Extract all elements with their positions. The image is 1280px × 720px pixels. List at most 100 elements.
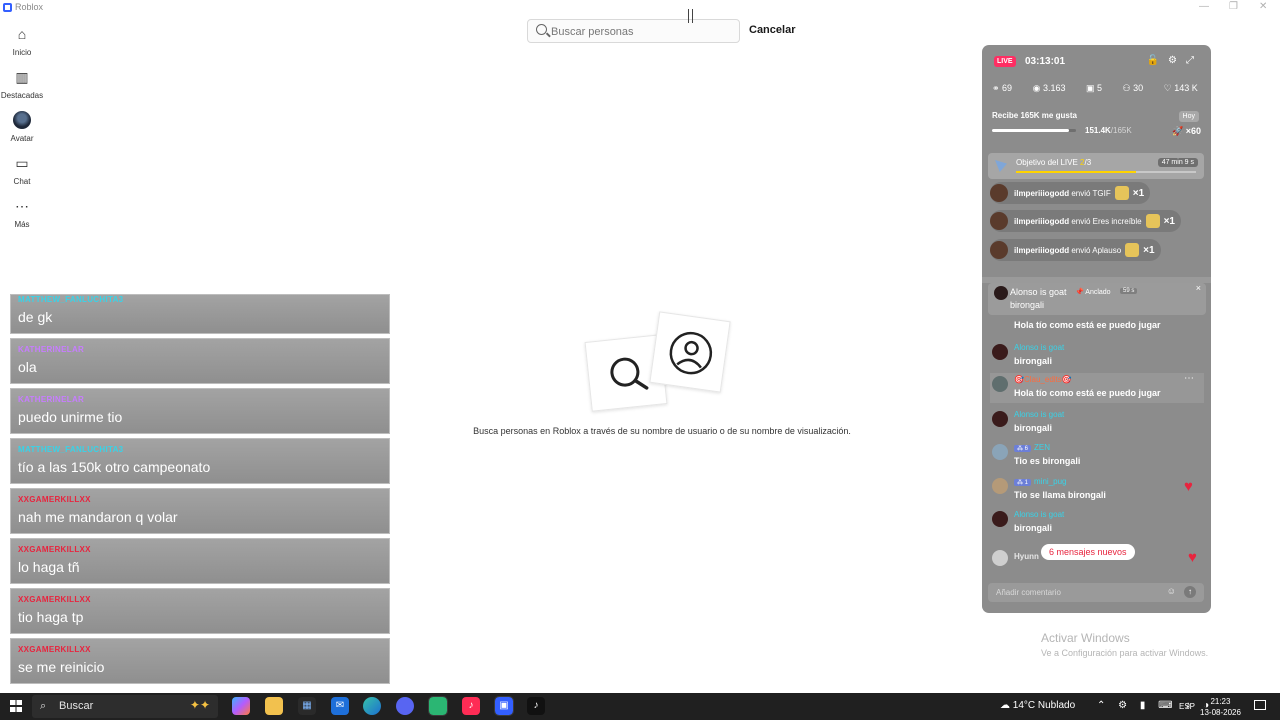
comment-item[interactable]: ⁂ 6 ZEN Tio es birongali <box>990 441 1204 471</box>
roblox-logo-icon <box>3 3 12 12</box>
overlay-chat-text: de gk <box>18 309 53 325</box>
close-button[interactable]: ✕ <box>1259 1 1267 12</box>
user-avatar <box>992 511 1008 527</box>
title-bar: Roblox — ❐ ✕ <box>0 0 1280 16</box>
nav-item-charts[interactable]: ▥ Destacadas <box>0 68 44 111</box>
new-messages-button[interactable]: 6 mensajes nuevos <box>1041 544 1135 560</box>
edge-icon[interactable] <box>363 697 381 715</box>
comment-item[interactable]: 🎯Clau_edits🎯 Hola tío como está ee puedo… <box>990 373 1204 403</box>
more-icon: ⋯ <box>15 198 29 214</box>
weather-widget[interactable]: ☁ 14°C Nublado <box>1000 700 1075 711</box>
comment-username: Alonso is goat <box>1014 510 1065 519</box>
search-input[interactable] <box>551 23 731 40</box>
pinned-age: 59 s <box>1120 288 1138 294</box>
user-avatar <box>992 376 1008 392</box>
gifts-stat: ▣ 5 <box>1085 83 1103 93</box>
search-icon <box>536 24 547 35</box>
nav-item-chat[interactable]: ▭ Chat <box>0 154 44 197</box>
comment-text: birongali <box>1014 423 1052 433</box>
window-title: Roblox <box>15 2 44 12</box>
watermark-subtitle: Ve a Configuración para activar Windows. <box>1041 648 1209 658</box>
cancel-button[interactable]: Cancelar <box>749 24 795 36</box>
viewers-stat: ◉ 3.163 <box>1032 83 1066 93</box>
comment-username: Alonso is goat <box>1014 343 1065 352</box>
live-objective[interactable]: Objetivo del LIVE 2/3 47 min 9 s <box>988 153 1204 179</box>
overlay-chat-username: XXGAMERKILLXX <box>18 495 91 504</box>
send-icon[interactable]: ↑ <box>1184 586 1196 598</box>
overlay-chat-message: MATTHEW_FANLUCHITA3 tío a las 150k otro … <box>10 438 390 484</box>
user-avatar <box>992 411 1008 427</box>
objective-time: 47 min 9 s <box>1157 158 1198 167</box>
nav-label: Avatar <box>10 134 34 143</box>
gift-notification: ilmperiiiogodd envió Eres increíble ×1 <box>990 210 1181 232</box>
pinned-comment[interactable]: Alonso is goat 📌 Anclado 59 s birongali … <box>988 283 1206 315</box>
search-icon: ⌕ <box>40 700 47 712</box>
comment-text: Hola tío como está ee puedo jugar <box>1014 388 1161 398</box>
comment-item[interactable]: Alonso is goat birongali <box>990 508 1204 538</box>
emoji-icon[interactable]: ☺ <box>1167 586 1176 596</box>
nav-label: Inicio <box>12 48 32 57</box>
overlay-chat-text: tío a las 150k otro campeonato <box>18 459 211 475</box>
nav-item-avatar[interactable]: Avatar <box>0 111 44 154</box>
maximize-button[interactable]: ❐ <box>1229 1 1238 12</box>
gift-icon <box>1125 243 1140 257</box>
nav-item-more[interactable]: ⋯ Más <box>0 197 44 240</box>
file-explorer-icon[interactable] <box>265 697 283 715</box>
comment-item[interactable]: Alonso is goat birongali <box>990 408 1204 438</box>
user-avatar <box>992 344 1008 360</box>
comment-username: ⁂ 6 ZEN <box>1014 443 1050 452</box>
objective-label: Objetivo del LIVE 2/3 <box>1016 158 1092 167</box>
user-avatar <box>990 241 1008 259</box>
overlay-chat-text: tio haga tp <box>18 609 84 625</box>
user-avatar <box>992 444 1008 460</box>
comment-text: Hola tío como está ee puedo jugar <box>1014 320 1161 330</box>
comment-input[interactable] <box>996 586 1156 599</box>
user-avatar <box>994 286 1008 300</box>
mail-icon[interactable]: ✉ <box>331 697 349 715</box>
language-indicator[interactable]: ESP <box>1179 702 1195 711</box>
windows-start-icon[interactable] <box>10 700 22 712</box>
overlay-chat-message: XXGAMERKILLXX se me reinicio <box>10 638 390 684</box>
comment-item[interactable]: ⁂ 1 mini_pug Tio se llama birongali <box>990 475 1204 505</box>
comment-text: birongali <box>1014 356 1052 366</box>
comment-item[interactable]: Hola tío como está ee puedo jugar <box>990 317 1204 333</box>
gift-notification: ilmperiiiogodd envió TGIF ×1 <box>990 182 1151 204</box>
gift-count: ×1 <box>1132 187 1145 199</box>
person-icon <box>669 331 713 375</box>
chat-icon: ▭ <box>15 155 29 171</box>
overlay-chat-text: lo haga tñ <box>18 559 80 575</box>
gift-count: ×1 <box>1143 244 1155 256</box>
comment-username: Alonso is goat <box>1014 410 1065 419</box>
search-box <box>527 19 740 43</box>
tiktok-live-studio-icon[interactable]: ♪ <box>462 697 480 715</box>
comment-box: ☺ ↑ <box>988 583 1204 602</box>
store-icon[interactable]: ▦ <box>298 697 316 715</box>
more-options-icon[interactable]: ⋯ <box>1184 373 1194 384</box>
clock[interactable]: 21:23 13-08-2026 <box>1200 696 1241 718</box>
tiktok-icon[interactable]: ♪ <box>527 697 545 715</box>
comment-item[interactable]: Alonso is goat birongali <box>990 341 1204 371</box>
guests-stat: ⚭ 69 <box>992 83 1013 93</box>
pinned-username: Alonso is goat <box>1010 287 1067 297</box>
game-app-icon[interactable] <box>428 696 448 716</box>
taskbar-search-label: Buscar <box>59 700 94 712</box>
system-tray-icons[interactable]: ⌃ ⚙ ▮ ⌨ ♪ ◑ <box>1097 700 1214 711</box>
overlay-chat-text: puedo unirme tio <box>18 409 123 425</box>
nav-item-home[interactable]: ⌂ Inicio <box>0 25 44 68</box>
discord-icon[interactable] <box>396 697 414 715</box>
overlay-chat-username: XXGAMERKILLXX <box>18 545 91 554</box>
close-icon[interactable]: × <box>1196 283 1201 293</box>
notifications-icon[interactable] <box>1254 700 1266 710</box>
live-stats: ⚭ 69 ◉ 3.163 ▣ 5 ⚇ 30 ♡ 143 K <box>992 83 1211 94</box>
taskbar-search[interactable]: ⌕ Buscar ✦✦ <box>32 695 218 718</box>
text-cursor-icon <box>688 9 693 23</box>
copilot-icon[interactable] <box>232 697 250 715</box>
overlay-chat-message: XXGAMERKILLXX tio haga tp <box>10 588 390 634</box>
minimize-button[interactable]: — <box>1199 1 1209 12</box>
overlay-chat-username: XXGAMERKILLXX <box>18 645 91 654</box>
comment-text: Tio se llama birongali <box>1014 490 1106 500</box>
user-avatar <box>990 184 1008 202</box>
live-header-icons[interactable]: 🔓⚙⤢ <box>1147 55 1203 66</box>
roblox-icon[interactable]: ▣ <box>494 696 514 716</box>
home-icon: ⌂ <box>17 26 27 42</box>
